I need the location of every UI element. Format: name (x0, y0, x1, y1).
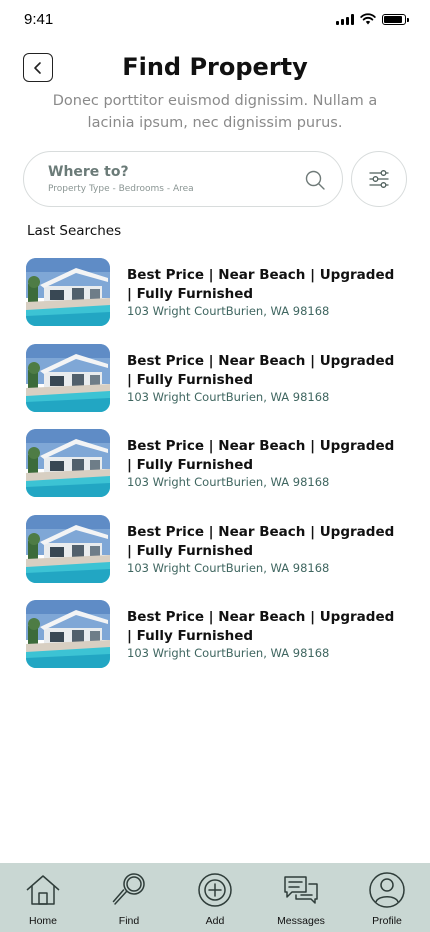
item-title: Best Price | Near Beach | Upgraded | Ful… (127, 267, 395, 302)
battery-icon (382, 13, 409, 25)
status-icons (336, 13, 409, 25)
nav-item-profile[interactable]: Profile (345, 863, 429, 932)
property-thumbnail (26, 258, 110, 326)
list-item[interactable]: Best Price | Near Beach | Upgraded | Ful… (26, 344, 406, 412)
plus-circle-icon (198, 873, 232, 907)
item-title: Best Price | Near Beach | Upgraded | Ful… (127, 353, 395, 388)
property-thumbnail (26, 515, 110, 583)
nav-item-home[interactable]: Home (1, 863, 85, 932)
property-thumbnail (26, 600, 110, 668)
chat-bubbles-icon (284, 876, 318, 904)
property-thumbnail (26, 344, 110, 412)
item-address: 103 Wright CourtBurien, WA 98168 (127, 646, 330, 660)
magnifier-icon (112, 873, 145, 905)
nav-label: Add (205, 915, 225, 927)
status-bar: 9:41 (0, 0, 430, 40)
page-title: Find Property (122, 53, 308, 81)
nav-label: Find (118, 915, 140, 927)
item-address: 103 Wright CourtBurien, WA 98168 (127, 475, 330, 489)
nav-item-find[interactable]: Find (87, 863, 171, 932)
last-searches-heading: Last Searches (27, 223, 122, 239)
list-item[interactable]: Best Price | Near Beach | Upgraded | Ful… (26, 600, 406, 668)
home-icon (26, 875, 60, 905)
user-circle-icon (369, 872, 405, 908)
search-input[interactable]: Where to? Property Type - Bedrooms - Are… (23, 151, 343, 207)
sliders-icon (369, 170, 389, 188)
filter-button[interactable] (351, 151, 407, 207)
nav-label: Home (28, 915, 57, 927)
search-icon[interactable] (304, 169, 326, 191)
nav-label: Profile (372, 915, 402, 927)
nav-item-add[interactable]: Add (173, 863, 257, 932)
list-item[interactable]: Best Price | Near Beach | Upgraded | Ful… (26, 429, 406, 497)
wifi-icon (360, 13, 376, 25)
nav-item-messages[interactable]: Messages (259, 863, 343, 932)
item-title: Best Price | Near Beach | Upgraded | Ful… (127, 438, 395, 473)
item-title: Best Price | Near Beach | Upgraded | Ful… (127, 524, 395, 559)
cellular-signal-icon (336, 13, 354, 25)
list-item[interactable]: Best Price | Near Beach | Upgraded | Ful… (26, 258, 406, 326)
search-hint: Property Type - Bedrooms - Area (48, 184, 194, 194)
status-time: 9:41 (24, 11, 54, 28)
bottom-nav: Home Find Add Messages Profile (0, 863, 430, 932)
nav-label: Messages (277, 915, 325, 927)
list-item[interactable]: Best Price | Near Beach | Upgraded | Ful… (26, 515, 406, 583)
page-subtitle: Donec porttitor euismod dignissim. Nulla… (52, 93, 378, 131)
search-title: Where to? (48, 164, 129, 180)
item-title: Best Price | Near Beach | Upgraded | Ful… (127, 609, 395, 644)
item-address: 103 Wright CourtBurien, WA 98168 (127, 304, 330, 318)
property-thumbnail (26, 429, 110, 497)
item-address: 103 Wright CourtBurien, WA 98168 (127, 561, 330, 575)
item-address: 103 Wright CourtBurien, WA 98168 (127, 390, 330, 404)
